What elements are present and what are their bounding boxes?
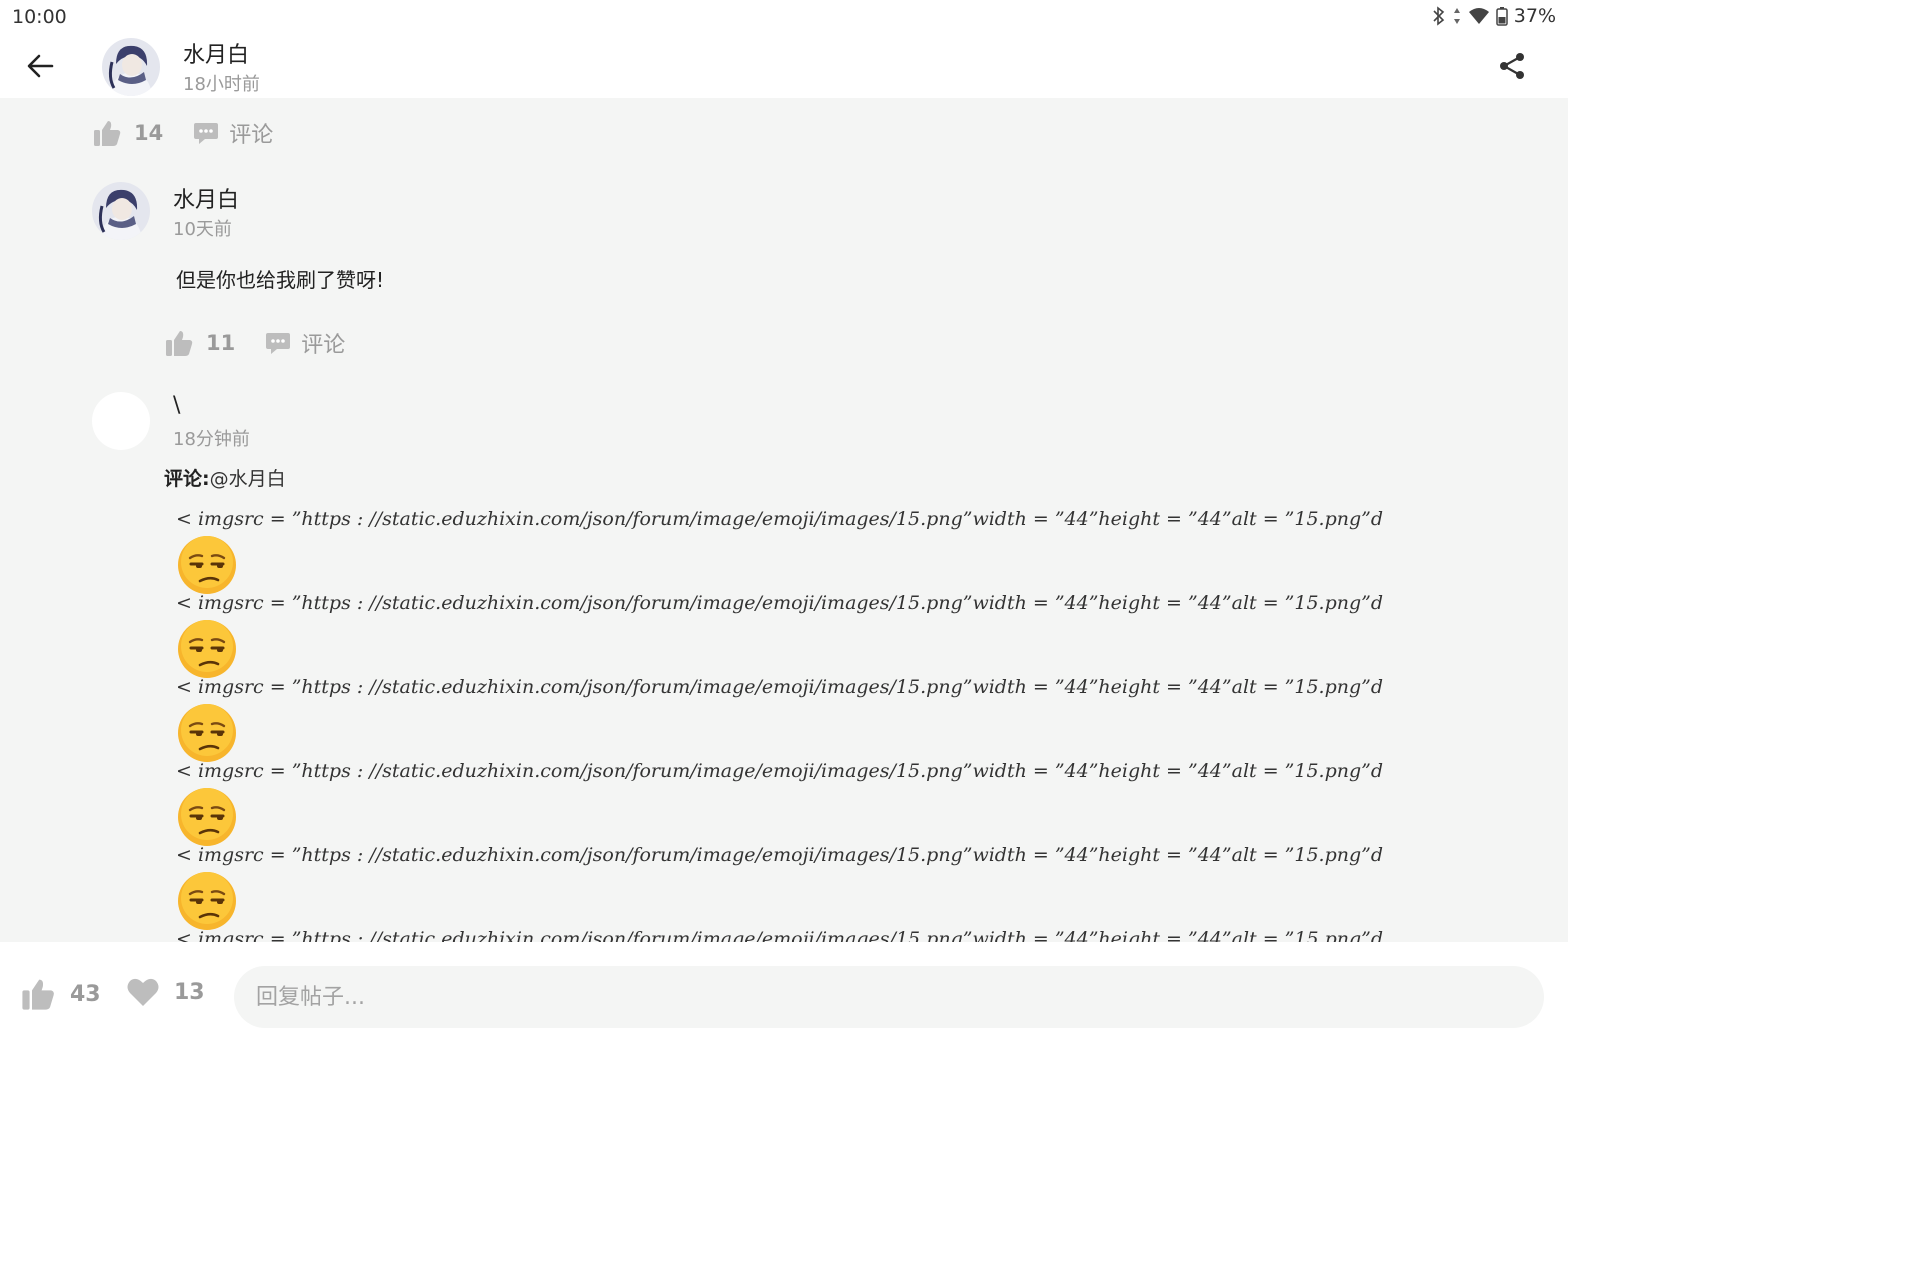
reply-target-line: 评论:@水月白 xyxy=(164,464,286,491)
status-bar: 10:00 37% xyxy=(0,0,1568,34)
raw-image-tag-text: < imgsrc = ”https : //static.eduzhixin.c… xyxy=(176,676,1384,698)
comment-reply-button[interactable]: 评论 xyxy=(265,327,345,359)
comment-author-name[interactable]: 水月白 xyxy=(173,182,239,214)
status-time: 10:00 xyxy=(12,6,67,28)
reply-post-input[interactable] xyxy=(234,966,1544,1028)
bottom-like-count: 43 xyxy=(70,981,101,1007)
thumbs-up-icon xyxy=(94,121,121,146)
comment-text: 但是你也给我刷了赞呀! xyxy=(176,268,385,292)
comment-bubble-icon xyxy=(266,333,291,354)
post-time: 18小时前 xyxy=(183,74,260,95)
author-name[interactable]: 水月白 xyxy=(183,37,249,69)
thumbs-up-icon xyxy=(166,331,193,356)
status-icons: 37% xyxy=(1432,5,1556,27)
bottom-favorite-button[interactable]: 13 xyxy=(126,976,205,1008)
raw-image-tag-text: < imgsrc = ”https : //static.eduzhixin.c… xyxy=(176,760,1384,782)
wifi-icon xyxy=(1468,8,1489,24)
post-like-count: 14 xyxy=(134,121,164,145)
reply-mention[interactable]: @水月白 xyxy=(210,468,286,490)
comment-bubble-icon xyxy=(194,123,219,144)
comment-time: 10天前 xyxy=(173,219,232,240)
unamused-face-emoji-icon xyxy=(178,620,236,678)
comment-action-row: 11 评论 xyxy=(164,327,345,359)
post-header: 水月白 18小时前 xyxy=(0,34,1568,98)
unamused-face-emoji-icon xyxy=(178,536,236,594)
battery-percent: 37% xyxy=(1513,5,1556,27)
bottom-action-bar: 43 13 xyxy=(0,942,1568,1045)
bottom-favorite-count: 13 xyxy=(174,979,205,1005)
post-action-row: 14 评论 xyxy=(92,117,273,149)
back-arrow-icon[interactable] xyxy=(24,50,56,82)
reply-time: 18分钟前 xyxy=(173,429,250,450)
post-comment-label: 评论 xyxy=(229,123,274,148)
author-avatar[interactable] xyxy=(102,38,160,96)
heart-icon xyxy=(127,978,159,1006)
bluetooth-icon xyxy=(1433,6,1444,26)
raw-image-tag-text: < imgsrc = ”https : //static.eduzhixin.c… xyxy=(176,844,1384,866)
share-icon[interactable] xyxy=(1496,50,1528,82)
comment-like-count: 11 xyxy=(206,331,236,355)
bottom-like-button[interactable]: 43 xyxy=(20,976,101,1012)
battery-icon xyxy=(1496,7,1508,26)
reply-label: 评论: xyxy=(164,468,210,490)
unamused-face-emoji-icon xyxy=(178,872,236,930)
unamused-face-emoji-icon xyxy=(178,704,236,762)
post-comment-button[interactable]: 评论 xyxy=(193,117,273,149)
comment-like-button[interactable]: 11 xyxy=(164,328,235,358)
reply-author-name[interactable]: \ xyxy=(173,393,180,418)
raw-image-tag-text: < imgsrc = ”https : //static.eduzhixin.c… xyxy=(176,508,1384,530)
post-like-button[interactable]: 14 xyxy=(92,118,163,148)
raw-image-tag-text: < imgsrc = ”https : //static.eduzhixin.c… xyxy=(176,928,1384,942)
comment-author-avatar[interactable] xyxy=(92,182,150,240)
reply-author-avatar[interactable] xyxy=(92,392,150,450)
comments-area[interactable]: 14 评论 水月白 10天前 但是你也给我刷了赞呀! 11 评论 \ 18分钟前… xyxy=(0,98,1568,942)
data-arrows-icon xyxy=(1453,8,1460,24)
comment-reply-label: 评论 xyxy=(301,333,346,358)
thumbs-up-icon xyxy=(22,979,54,1010)
raw-image-tag-text: < imgsrc = ”https : //static.eduzhixin.c… xyxy=(176,592,1384,614)
unamused-face-emoji-icon xyxy=(178,788,236,846)
